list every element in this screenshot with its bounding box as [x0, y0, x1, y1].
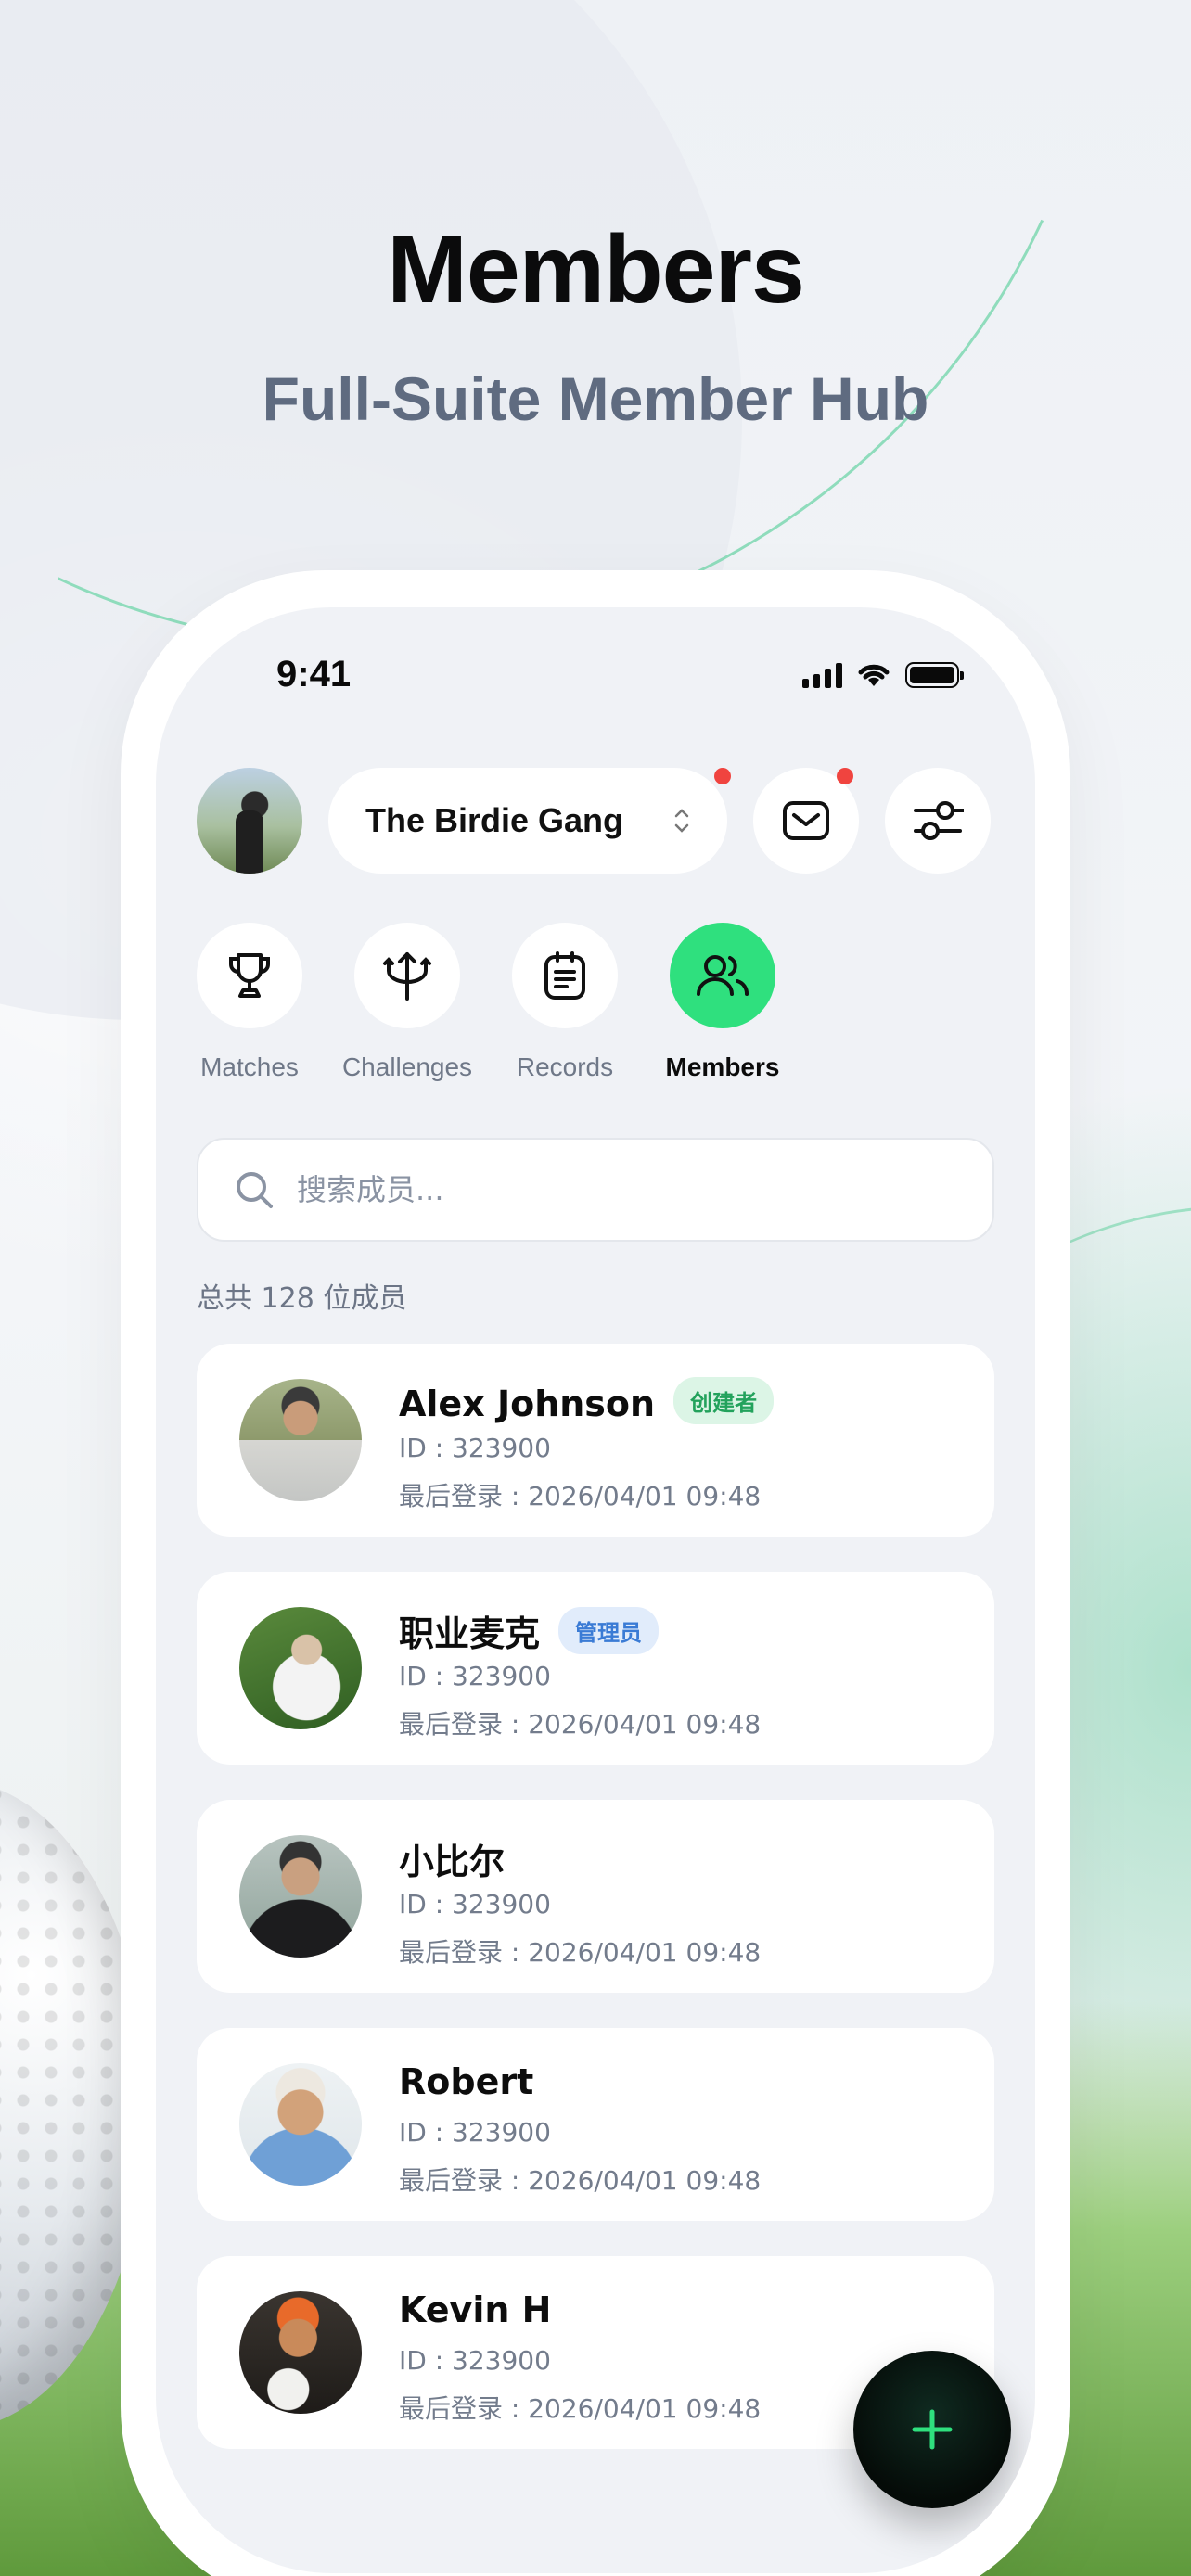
member-name: Kevin H — [399, 2289, 552, 2330]
tab-matches[interactable]: Matches — [197, 923, 302, 1082]
chevron-updown-icon — [674, 809, 689, 833]
clipboard-icon — [544, 951, 585, 1000]
inbox-button[interactable] — [753, 768, 859, 874]
member-last-login: 最后登录 : 2026/04/01 09:48 — [399, 2165, 762, 2196]
member-name: 小比尔 — [399, 1842, 506, 1882]
app-screen: 9:41 The Birdie Gang Matches Challenges … — [156, 607, 1035, 2573]
sliders-icon — [914, 801, 964, 840]
member-avatar — [239, 1835, 362, 1958]
users-icon — [697, 955, 749, 996]
battery-icon — [905, 662, 964, 688]
search-icon — [237, 1172, 273, 1208]
tab-records[interactable]: Records — [512, 923, 618, 1082]
member-card[interactable]: 职业麦克 管理员 ID : 323900 最后登录 : 2026/04/01 09… — [197, 1572, 994, 1765]
member-last-login: 最后登录 : 2026/04/01 09:48 — [399, 2393, 762, 2424]
settings-button[interactable] — [885, 768, 991, 874]
mail-icon — [783, 801, 829, 840]
tab-challenges[interactable]: Challenges — [342, 923, 472, 1082]
tab-label: Records — [516, 1052, 614, 1081]
role-badge-creator: 创建者 — [673, 1377, 775, 1424]
member-name: Robert — [399, 2061, 534, 2102]
member-id: ID : 323900 — [399, 1433, 551, 1463]
member-id: ID : 323900 — [399, 2117, 551, 2148]
add-member-button[interactable] — [853, 2351, 1011, 2508]
group-selector[interactable]: The Birdie Gang — [328, 768, 731, 874]
notification-dot — [714, 768, 731, 784]
member-id: ID : 323900 — [399, 2345, 551, 2376]
hero-subtitle: Full-Suite Member Hub — [262, 364, 929, 433]
group-name: The Birdie Gang — [365, 801, 624, 839]
member-card[interactable]: Alex Johnson 创建者 ID : 323900 最后登录 : 2026/… — [197, 1344, 994, 1537]
member-avatar — [239, 2063, 362, 2186]
member-count: 总共 128 位成员 — [197, 1282, 407, 1315]
hero-title: Members — [387, 216, 805, 324]
status-icons — [802, 661, 964, 689]
search-bar — [197, 1138, 994, 1242]
member-avatar — [239, 1379, 362, 1501]
tab-members[interactable]: Members — [666, 923, 779, 1082]
member-last-login: 最后登录 : 2026/04/01 09:48 — [399, 1937, 762, 1968]
wifi-icon — [858, 664, 890, 686]
cellular-signal-icon — [802, 662, 842, 688]
member-name: 职业麦克 管理员 — [399, 1605, 660, 1656]
member-id: ID : 323900 — [399, 1661, 551, 1691]
member-last-login: 最后登录 : 2026/04/01 09:48 — [399, 1709, 762, 1740]
trident-icon — [383, 952, 431, 1001]
search-input[interactable] — [297, 1172, 853, 1207]
member-list: Alex Johnson 创建者 ID : 323900 最后登录 : 2026/… — [197, 1344, 994, 2484]
member-avatar — [239, 2291, 362, 2414]
status-time: 9:41 — [276, 654, 352, 695]
member-name: Alex Johnson 创建者 — [399, 1377, 775, 1424]
member-id: ID : 323900 — [399, 1889, 551, 1919]
header-row: The Birdie Gang — [197, 768, 994, 874]
member-last-login: 最后登录 : 2026/04/01 09:48 — [399, 1481, 762, 1511]
member-card[interactable]: 小比尔 ID : 323900 最后登录 : 2026/04/01 09:48 — [197, 1800, 994, 1993]
notification-dot — [837, 768, 853, 784]
tab-label: Members — [665, 1052, 780, 1081]
tab-label: Challenges — [341, 1052, 473, 1081]
avatar[interactable] — [197, 768, 302, 874]
plus-icon — [912, 2409, 953, 2450]
phone-frame: 9:41 The Birdie Gang Matches Challenges … — [121, 570, 1070, 2576]
tab-label: Matches — [200, 1052, 299, 1081]
role-badge-admin: 管理员 — [558, 1607, 660, 1654]
trophy-icon — [229, 953, 270, 998]
member-card[interactable]: Robert ID : 323900 最后登录 : 2026/04/01 09:… — [197, 2028, 994, 2221]
member-avatar — [239, 1607, 362, 1729]
tab-bar: Matches Challenges Records Members — [197, 923, 779, 1082]
